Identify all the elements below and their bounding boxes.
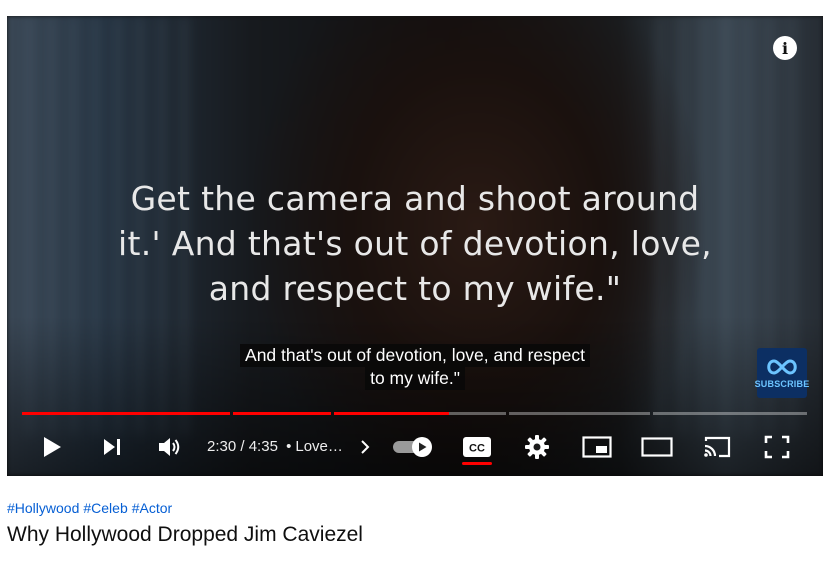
hashtag-link[interactable]: #Hollywood [7, 500, 79, 516]
video-text-overlay: Get the camera and shoot around it.' And… [7, 176, 823, 311]
infinity-logo-icon [767, 359, 797, 375]
info-icon[interactable]: i [773, 36, 797, 60]
chapter-title[interactable]: Love… [295, 438, 343, 455]
player-controls: 2:30 / 4:35 • Love… CC [7, 426, 823, 468]
captions-button[interactable]: CC [459, 426, 495, 468]
video-text-line: Get the camera and shoot around [130, 179, 700, 218]
chapter-segment[interactable] [334, 412, 506, 415]
next-icon [104, 439, 120, 455]
svg-text:CC: CC [469, 443, 485, 455]
video-player[interactable]: Get the camera and shoot around it.' And… [7, 16, 823, 476]
next-button[interactable] [95, 426, 129, 468]
channel-watermark[interactable]: SUBSCRIBE [754, 348, 810, 398]
miniplayer-button[interactable] [579, 426, 615, 468]
closed-captions: And that's out of devotion, love, and re… [7, 344, 823, 390]
captions-active-indicator [462, 462, 492, 465]
watermark-label: SUBSCRIBE [754, 379, 810, 389]
time-separator: / [240, 438, 245, 455]
volume-icon [159, 438, 180, 456]
fullscreen-button[interactable] [759, 426, 795, 468]
cast-icon [704, 436, 731, 458]
cast-button[interactable] [699, 426, 735, 468]
total-time: 4:35 [248, 438, 278, 455]
hashtag-link[interactable]: #Actor [132, 500, 172, 516]
chapter-segment[interactable] [653, 412, 807, 415]
caption-line: And that's out of devotion, love, and re… [240, 344, 590, 367]
chapter-segment[interactable] [22, 412, 230, 415]
autoplay-toggle[interactable] [389, 426, 437, 468]
hashtag-link[interactable]: #Celeb [83, 500, 127, 516]
gear-icon [525, 435, 549, 459]
video-text-line: and respect to my wife." [208, 269, 622, 308]
miniplayer-icon [582, 436, 612, 458]
chapter-segment[interactable] [509, 412, 650, 415]
chapter-separator: • [286, 438, 292, 455]
chevron-right-icon [361, 440, 370, 454]
current-time: 2:30 [207, 438, 237, 455]
caption-line: to my wife." [365, 367, 465, 390]
fullscreen-icon [764, 435, 790, 459]
cc-icon: CC [463, 437, 491, 457]
time-display: 2:30 / 4:35 • Love… [207, 437, 343, 457]
play-button[interactable] [35, 426, 69, 468]
chapter-segment[interactable] [233, 412, 331, 415]
video-text-line: it.' And that's out of devotion, love, [118, 224, 712, 263]
play-icon [44, 437, 61, 457]
theater-mode-button[interactable] [637, 426, 677, 468]
theater-icon [641, 437, 673, 457]
progress-bar[interactable] [22, 412, 807, 415]
volume-button[interactable] [153, 426, 187, 468]
autoplay-toggle-icon [393, 437, 432, 457]
hashtags: #Hollywood #Celeb #Actor [7, 500, 176, 516]
chapter-chevron-button[interactable] [355, 426, 375, 468]
settings-button[interactable] [519, 426, 555, 468]
video-title: Why Hollywood Dropped Jim Caviezel [7, 523, 363, 546]
